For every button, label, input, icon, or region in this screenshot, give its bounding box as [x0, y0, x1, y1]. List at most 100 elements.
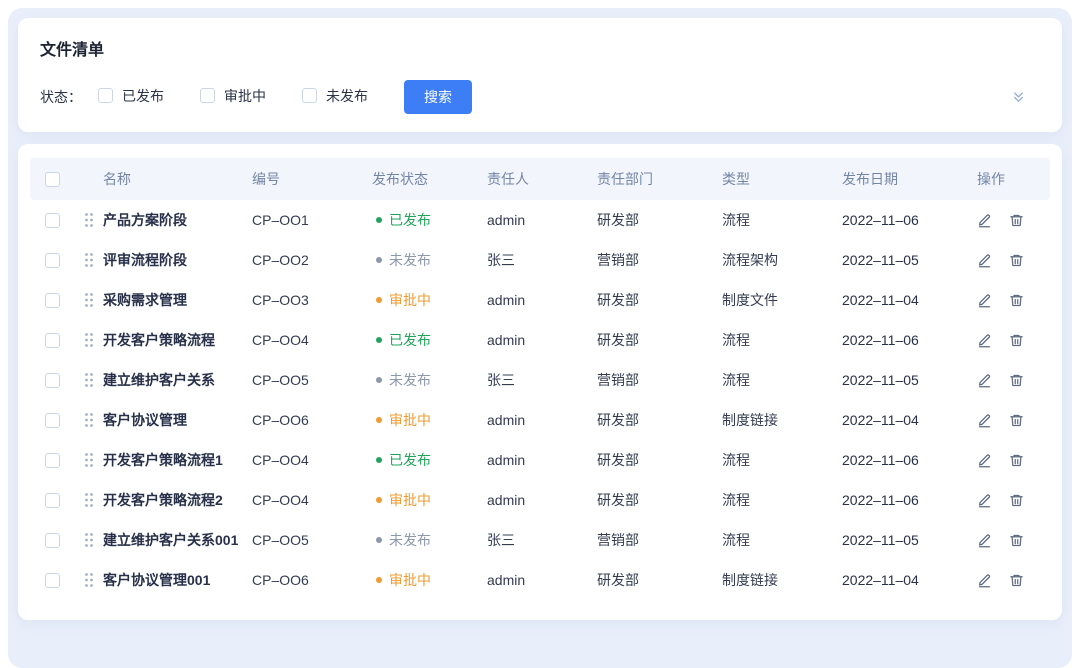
status-filter-option[interactable]: 未发布 [302, 86, 368, 106]
status-checkbox-label: 已发布 [122, 86, 164, 106]
edit-pencil-icon[interactable] [977, 253, 992, 268]
status-checkbox[interactable] [302, 88, 317, 103]
row-code: CP–OO4 [252, 452, 372, 468]
drag-handle-icon[interactable] [84, 252, 94, 268]
row-department: 营销部 [597, 250, 722, 270]
edit-pencil-icon[interactable] [977, 333, 992, 348]
row-department: 研发部 [597, 490, 722, 510]
edit-pencil-icon[interactable] [977, 453, 992, 468]
row-checkbox[interactable] [45, 253, 60, 268]
page-background: 文件清单 状态： 已发布审批中未发布 搜索 名称 编号 发布状态 责任人 责任部… [8, 8, 1072, 668]
row-checkbox[interactable] [45, 333, 60, 348]
row-checkbox[interactable] [45, 533, 60, 548]
status-dot-icon [376, 577, 382, 583]
row-checkbox-cell [30, 493, 74, 508]
row-code: CP–OO5 [252, 372, 372, 388]
row-actions [977, 293, 1050, 308]
row-date: 2022–11–04 [842, 292, 977, 308]
row-department: 营销部 [597, 370, 722, 390]
row-actions [977, 573, 1050, 588]
delete-trash-icon[interactable] [1009, 493, 1024, 508]
drag-handle-icon[interactable] [84, 332, 94, 348]
delete-trash-icon[interactable] [1009, 533, 1024, 548]
row-checkbox[interactable] [45, 573, 60, 588]
edit-pencil-icon[interactable] [977, 373, 992, 388]
drag-handle-icon[interactable] [84, 292, 94, 308]
table-row: 开发客户策略流程CP–OO4已发布admin研发部流程2022–11–06 [30, 320, 1050, 360]
table-row: 评审流程阶段CP–OO2未发布张三营销部流程架构2022–11–05 [30, 240, 1050, 280]
delete-trash-icon[interactable] [1009, 253, 1024, 268]
edit-pencil-icon[interactable] [977, 573, 992, 588]
status-label: 已发布 [389, 330, 431, 350]
edit-pencil-icon[interactable] [977, 413, 992, 428]
status-dot-icon [376, 337, 382, 343]
row-status: 审批中 [372, 290, 487, 310]
status-filter-option[interactable]: 审批中 [200, 86, 266, 106]
row-checkbox[interactable] [45, 493, 60, 508]
status-dot-icon [376, 257, 382, 263]
drag-handle-icon[interactable] [84, 572, 94, 588]
row-checkbox-cell [30, 333, 74, 348]
drag-handle-icon[interactable] [84, 452, 94, 468]
row-checkbox[interactable] [45, 453, 60, 468]
row-checkbox-cell [30, 253, 74, 268]
edit-pencil-icon[interactable] [977, 213, 992, 228]
delete-trash-icon[interactable] [1009, 213, 1024, 228]
name-cell: 建立维护客户关系001 [74, 530, 252, 550]
drag-handle-icon[interactable] [84, 212, 94, 228]
row-owner: admin [487, 292, 597, 308]
status-label: 审批中 [389, 290, 431, 310]
row-department: 研发部 [597, 290, 722, 310]
row-owner: admin [487, 212, 597, 228]
status-filter-option[interactable]: 已发布 [98, 86, 164, 106]
row-checkbox[interactable] [45, 373, 60, 388]
row-status: 审批中 [372, 570, 487, 590]
filter-row: 状态： 已发布审批中未发布 搜索 [40, 80, 1040, 114]
status-checkbox[interactable] [98, 88, 113, 103]
row-checkbox-cell [30, 533, 74, 548]
status-label: 审批中 [389, 570, 431, 590]
row-date: 2022–11–05 [842, 532, 977, 548]
row-checkbox[interactable] [45, 293, 60, 308]
row-status: 未发布 [372, 250, 487, 270]
select-all-checkbox[interactable] [45, 172, 60, 187]
search-button[interactable]: 搜索 [404, 80, 472, 114]
row-actions [977, 493, 1050, 508]
status-dot-icon [376, 537, 382, 543]
collapse-chevron-double-down-icon[interactable] [1011, 90, 1040, 105]
table-row: 建立维护客户关系CP–OO5未发布张三营销部流程2022–11–05 [30, 360, 1050, 400]
row-owner: admin [487, 452, 597, 468]
row-owner: admin [487, 412, 597, 428]
row-checkbox[interactable] [45, 213, 60, 228]
delete-trash-icon[interactable] [1009, 333, 1024, 348]
row-department: 研发部 [597, 570, 722, 590]
drag-handle-icon[interactable] [84, 492, 94, 508]
delete-trash-icon[interactable] [1009, 453, 1024, 468]
row-owner: admin [487, 492, 597, 508]
row-checkbox-cell [30, 453, 74, 468]
status-label: 未发布 [389, 370, 431, 390]
delete-trash-icon[interactable] [1009, 413, 1024, 428]
row-owner: 张三 [487, 530, 597, 550]
delete-trash-icon[interactable] [1009, 573, 1024, 588]
row-department: 研发部 [597, 450, 722, 470]
delete-trash-icon[interactable] [1009, 293, 1024, 308]
row-checkbox[interactable] [45, 413, 60, 428]
delete-trash-icon[interactable] [1009, 373, 1024, 388]
edit-pencil-icon[interactable] [977, 293, 992, 308]
row-status: 已发布 [372, 450, 487, 470]
status-checkbox[interactable] [200, 88, 215, 103]
header-actions: 操作 [977, 169, 1050, 189]
name-cell: 产品方案阶段 [74, 210, 252, 230]
name-cell: 开发客户策略流程 [74, 330, 252, 350]
row-department: 研发部 [597, 410, 722, 430]
drag-handle-icon[interactable] [84, 532, 94, 548]
drag-handle-icon[interactable] [84, 372, 94, 388]
edit-pencil-icon[interactable] [977, 533, 992, 548]
drag-handle-icon[interactable] [84, 412, 94, 428]
name-cell: 采购需求管理 [74, 290, 252, 310]
table-body: 产品方案阶段CP–OO1已发布admin研发部流程2022–11–06评审流程阶… [30, 200, 1050, 600]
header-code: 编号 [252, 169, 372, 189]
edit-pencil-icon[interactable] [977, 493, 992, 508]
row-type: 流程 [722, 530, 842, 550]
